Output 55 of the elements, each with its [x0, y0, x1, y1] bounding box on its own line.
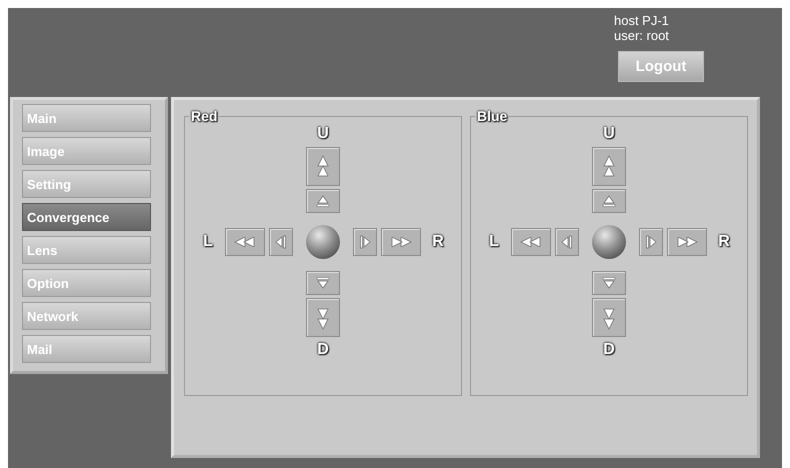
down-arrow-icon: [602, 277, 616, 289]
fast-left-button[interactable]: [511, 228, 551, 256]
double-left-arrow-icon: [520, 237, 542, 247]
center-ball-icon[interactable]: [591, 224, 627, 260]
double-right-arrow-icon: [390, 237, 412, 247]
step-up-button[interactable]: [306, 189, 340, 213]
fast-down-button[interactable]: [592, 298, 626, 337]
double-right-arrow-icon: [676, 237, 698, 247]
left-arrow-icon: [561, 235, 573, 249]
right-arrow-icon: [645, 235, 657, 249]
down-label: D: [603, 340, 615, 360]
menu-item[interactable]: Network: [22, 302, 151, 330]
fast-left-button[interactable]: [225, 228, 265, 256]
double-down-arrow-icon: [317, 306, 329, 330]
step-right-button[interactable]: [353, 228, 377, 256]
up-label: U: [603, 124, 615, 144]
right-label: R: [717, 232, 731, 252]
step-left-button[interactable]: [269, 228, 293, 256]
double-up-arrow-icon: [317, 154, 329, 178]
step-left-button[interactable]: [555, 228, 579, 256]
fast-up-button[interactable]: [306, 147, 340, 186]
group-title: Blue: [476, 108, 508, 124]
left-arrow-icon: [275, 235, 287, 249]
logout-button[interactable]: Logout: [618, 51, 704, 82]
fast-down-button[interactable]: [306, 298, 340, 337]
step-right-button[interactable]: [639, 228, 663, 256]
menu-item[interactable]: Mail: [22, 335, 151, 363]
left-label: L: [488, 232, 500, 252]
menu-item[interactable]: Main: [22, 104, 151, 132]
double-down-arrow-icon: [603, 306, 615, 330]
user-label: user: root: [614, 28, 669, 43]
step-up-button[interactable]: [592, 189, 626, 213]
menu-item[interactable]: Convergence: [22, 203, 151, 231]
up-arrow-icon: [602, 195, 616, 207]
step-down-button[interactable]: [306, 271, 340, 295]
down-arrow-icon: [316, 277, 330, 289]
double-left-arrow-icon: [234, 237, 256, 247]
up-label: U: [317, 124, 329, 144]
menu-item[interactable]: Option: [22, 269, 151, 297]
menu-item[interactable]: Lens: [22, 236, 151, 264]
right-arrow-icon: [359, 235, 371, 249]
menu-item[interactable]: Image: [22, 137, 151, 165]
menu-item[interactable]: Setting: [22, 170, 151, 198]
fast-up-button[interactable]: [592, 147, 626, 186]
group-title: Red: [190, 108, 218, 124]
double-up-arrow-icon: [603, 154, 615, 178]
center-ball-icon[interactable]: [305, 224, 341, 260]
left-label: L: [202, 232, 214, 252]
down-label: D: [317, 340, 329, 360]
fast-right-button[interactable]: [381, 228, 421, 256]
fast-right-button[interactable]: [667, 228, 707, 256]
up-arrow-icon: [316, 195, 330, 207]
host-label: host PJ-1: [614, 13, 669, 28]
step-down-button[interactable]: [592, 271, 626, 295]
right-label: R: [431, 232, 445, 252]
